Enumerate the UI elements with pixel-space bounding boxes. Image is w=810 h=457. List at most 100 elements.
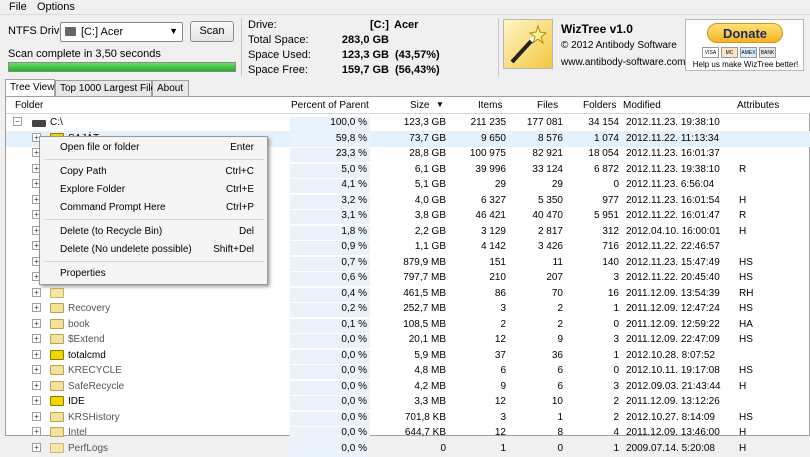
- column-items[interactable]: Items: [478, 100, 502, 111]
- items-value: 2: [500, 318, 506, 330]
- credit-card-icon: MC: [721, 47, 738, 58]
- sort-desc-icon: ▼: [436, 100, 444, 109]
- table-row[interactable]: + totalcmd 0,0 % 5,9 MB 37 36 1 2012.10.28. 8:0…: [6, 348, 810, 364]
- table-row[interactable]: + KRSHistory 0,0 % 701,8 KB 3 1 2 2012.10.27. 8…: [6, 410, 810, 426]
- scan-button[interactable]: Scan: [190, 21, 234, 42]
- context-menu-item[interactable]: Delete (No undelete possible) Shift+Del: [41, 241, 266, 259]
- items-value: 29: [494, 179, 506, 190]
- folders-value: 16: [607, 287, 619, 299]
- modified-value: 2012.11.23. 15:47:49: [626, 256, 720, 268]
- size-value: 6,1 GB: [414, 163, 446, 175]
- menu-separator: [44, 219, 264, 220]
- tab-top-1000[interactable]: Top 1000 Largest Files: [55, 80, 161, 96]
- expand-icon[interactable]: +: [32, 287, 41, 297]
- files-value: 2: [557, 318, 563, 330]
- attributes-value: HS: [739, 411, 753, 423]
- table-row[interactable]: + $Extend 0,0 % 20,1 MB 12 9 3 2011.12.09. 22:4…: [6, 332, 810, 348]
- folder-icon: [50, 287, 64, 298]
- items-value: 1: [500, 442, 506, 454]
- menu-item-shortcut: Del: [238, 226, 254, 237]
- column-folders[interactable]: Folders: [583, 100, 616, 111]
- attributes-value: HS: [739, 303, 753, 314]
- tab-about[interactable]: About: [152, 80, 189, 96]
- menu-options[interactable]: Options: [37, 1, 75, 13]
- folder-name: KRECYCLE: [68, 365, 122, 376]
- column-percent[interactable]: Percent of Parent: [291, 100, 369, 111]
- table-row[interactable]: + IDE 0,0 % 3,3 MB 12 10 2 2011.12.09. 13:12:26: [6, 394, 810, 410]
- context-menu-item[interactable]: Open file or folder Enter: [41, 139, 266, 157]
- menu-item-shortcut: Ctrl+C: [225, 166, 254, 177]
- files-value: 2: [557, 303, 563, 314]
- expand-icon[interactable]: +: [32, 427, 41, 436]
- table-row[interactable]: + Recovery 0,2 % 252,7 MB 3 2 1 2011.12.09. 12:…: [6, 301, 810, 317]
- folder-icon: [50, 442, 64, 453]
- table-row[interactable]: − C:\ 100,0 % 123,3 GB 211 235 177 081 34 154 2…: [6, 115, 810, 131]
- folder-icon: [50, 334, 64, 344]
- folders-value: 6 872: [593, 163, 619, 175]
- expand-icon[interactable]: +: [32, 411, 41, 421]
- attributes-value: H: [739, 442, 747, 454]
- items-value: 210: [489, 272, 506, 283]
- files-value: 6: [557, 380, 563, 392]
- files-value: 40 470: [532, 210, 563, 221]
- expand-icon[interactable]: +: [32, 303, 41, 312]
- files-value: 5 350: [537, 194, 563, 206]
- menu-file[interactable]: File: [9, 1, 27, 13]
- column-size[interactable]: Size: [410, 100, 429, 111]
- column-attributes[interactable]: Attributes: [737, 100, 779, 111]
- expand-icon[interactable]: +: [32, 380, 41, 390]
- context-menu-item[interactable]: Command Prompt Here Ctrl+P: [41, 199, 266, 217]
- folders-value: 1 074: [593, 132, 619, 144]
- top-panel: NTFS Drive: [C:] Acer ▼ Scan Scan comple…: [0, 15, 810, 78]
- donate-help-text: Help us make WizTree better!: [692, 60, 799, 69]
- column-header-row: Folder Percent of Parent Size ▼ Items Fi…: [6, 97, 810, 114]
- table-row[interactable]: + PerfLogs 0,0 % 0 1 0 1 2009.07.14. 5:20:08 H: [6, 441, 810, 457]
- context-menu-item[interactable]: Explore Folder Ctrl+E: [41, 181, 266, 199]
- expand-icon[interactable]: +: [32, 442, 41, 452]
- collapse-icon[interactable]: −: [13, 117, 22, 126]
- folder-icon: [50, 303, 64, 313]
- context-menu-item[interactable]: Properties: [41, 265, 266, 283]
- column-folder[interactable]: Folder: [15, 100, 43, 111]
- items-value: 3: [500, 411, 506, 423]
- donate-button[interactable]: Donate: [707, 23, 783, 43]
- table-row[interactable]: +0,4 % 461,5 MB 86 70 16 2011.12.09. 13:54:39…: [6, 286, 810, 302]
- menu-item-label: Copy Path: [60, 166, 107, 177]
- table-row[interactable]: + book 0,1 % 108,5 MB 2 2 0 2011.12.09. 12:59:2…: [6, 317, 810, 333]
- expand-icon[interactable]: +: [32, 365, 41, 374]
- attributes-value: HS: [739, 272, 753, 283]
- context-menu-item[interactable]: Copy Path Ctrl+C: [41, 163, 266, 181]
- items-value: 6: [500, 365, 506, 376]
- expand-icon[interactable]: +: [32, 349, 41, 359]
- percent-value: 59,8 %: [335, 132, 367, 144]
- context-menu-item[interactable]: Delete (to Recycle Bin) Del: [41, 223, 266, 241]
- items-value: 12: [494, 396, 506, 407]
- size-value: 4,0 GB: [414, 194, 446, 206]
- files-value: 11: [552, 256, 563, 268]
- expand-icon[interactable]: +: [32, 318, 41, 328]
- drive-info-label: Drive:: [248, 19, 277, 31]
- chevron-down-icon: ▼: [169, 26, 178, 36]
- size-value: 797,7 MB: [403, 272, 446, 283]
- percent-value: 0,7 %: [341, 256, 367, 268]
- folders-value: 3: [613, 334, 619, 345]
- column-modified[interactable]: Modified: [623, 100, 661, 111]
- table-row[interactable]: + Intel 0,0 % 644,7 KB 12 8 4 2011.12.09. 13:46…: [6, 425, 810, 441]
- menu-item-label: Delete (to Recycle Bin): [60, 226, 163, 237]
- folder-icon: [50, 365, 64, 375]
- table-row[interactable]: + SafeRecycle 0,0 % 4,2 MB 9 6 3 2012.09.03. 21…: [6, 379, 810, 395]
- attributes-value: H: [739, 194, 747, 206]
- size-value: 20,1 MB: [408, 334, 446, 345]
- attributes-value: HS: [739, 334, 753, 345]
- expand-icon[interactable]: +: [32, 334, 41, 343]
- tab-tree-view[interactable]: Tree View: [5, 79, 55, 97]
- drive-select[interactable]: [C:] Acer ▼: [60, 22, 183, 42]
- website-link[interactable]: www.antibody-software.com: [561, 57, 686, 68]
- expand-icon[interactable]: +: [32, 396, 41, 405]
- column-files[interactable]: Files: [537, 100, 558, 111]
- size-value: 1,1 GB: [414, 241, 446, 252]
- size-value: 5,1 GB: [414, 179, 446, 190]
- table-row[interactable]: + KRECYCLE 0,0 % 4,8 MB 6 6 0 2012.10.11. 19:17…: [6, 363, 810, 379]
- modified-value: 2011.12.09. 13:12:26: [626, 396, 720, 407]
- folders-value: 0: [613, 365, 619, 376]
